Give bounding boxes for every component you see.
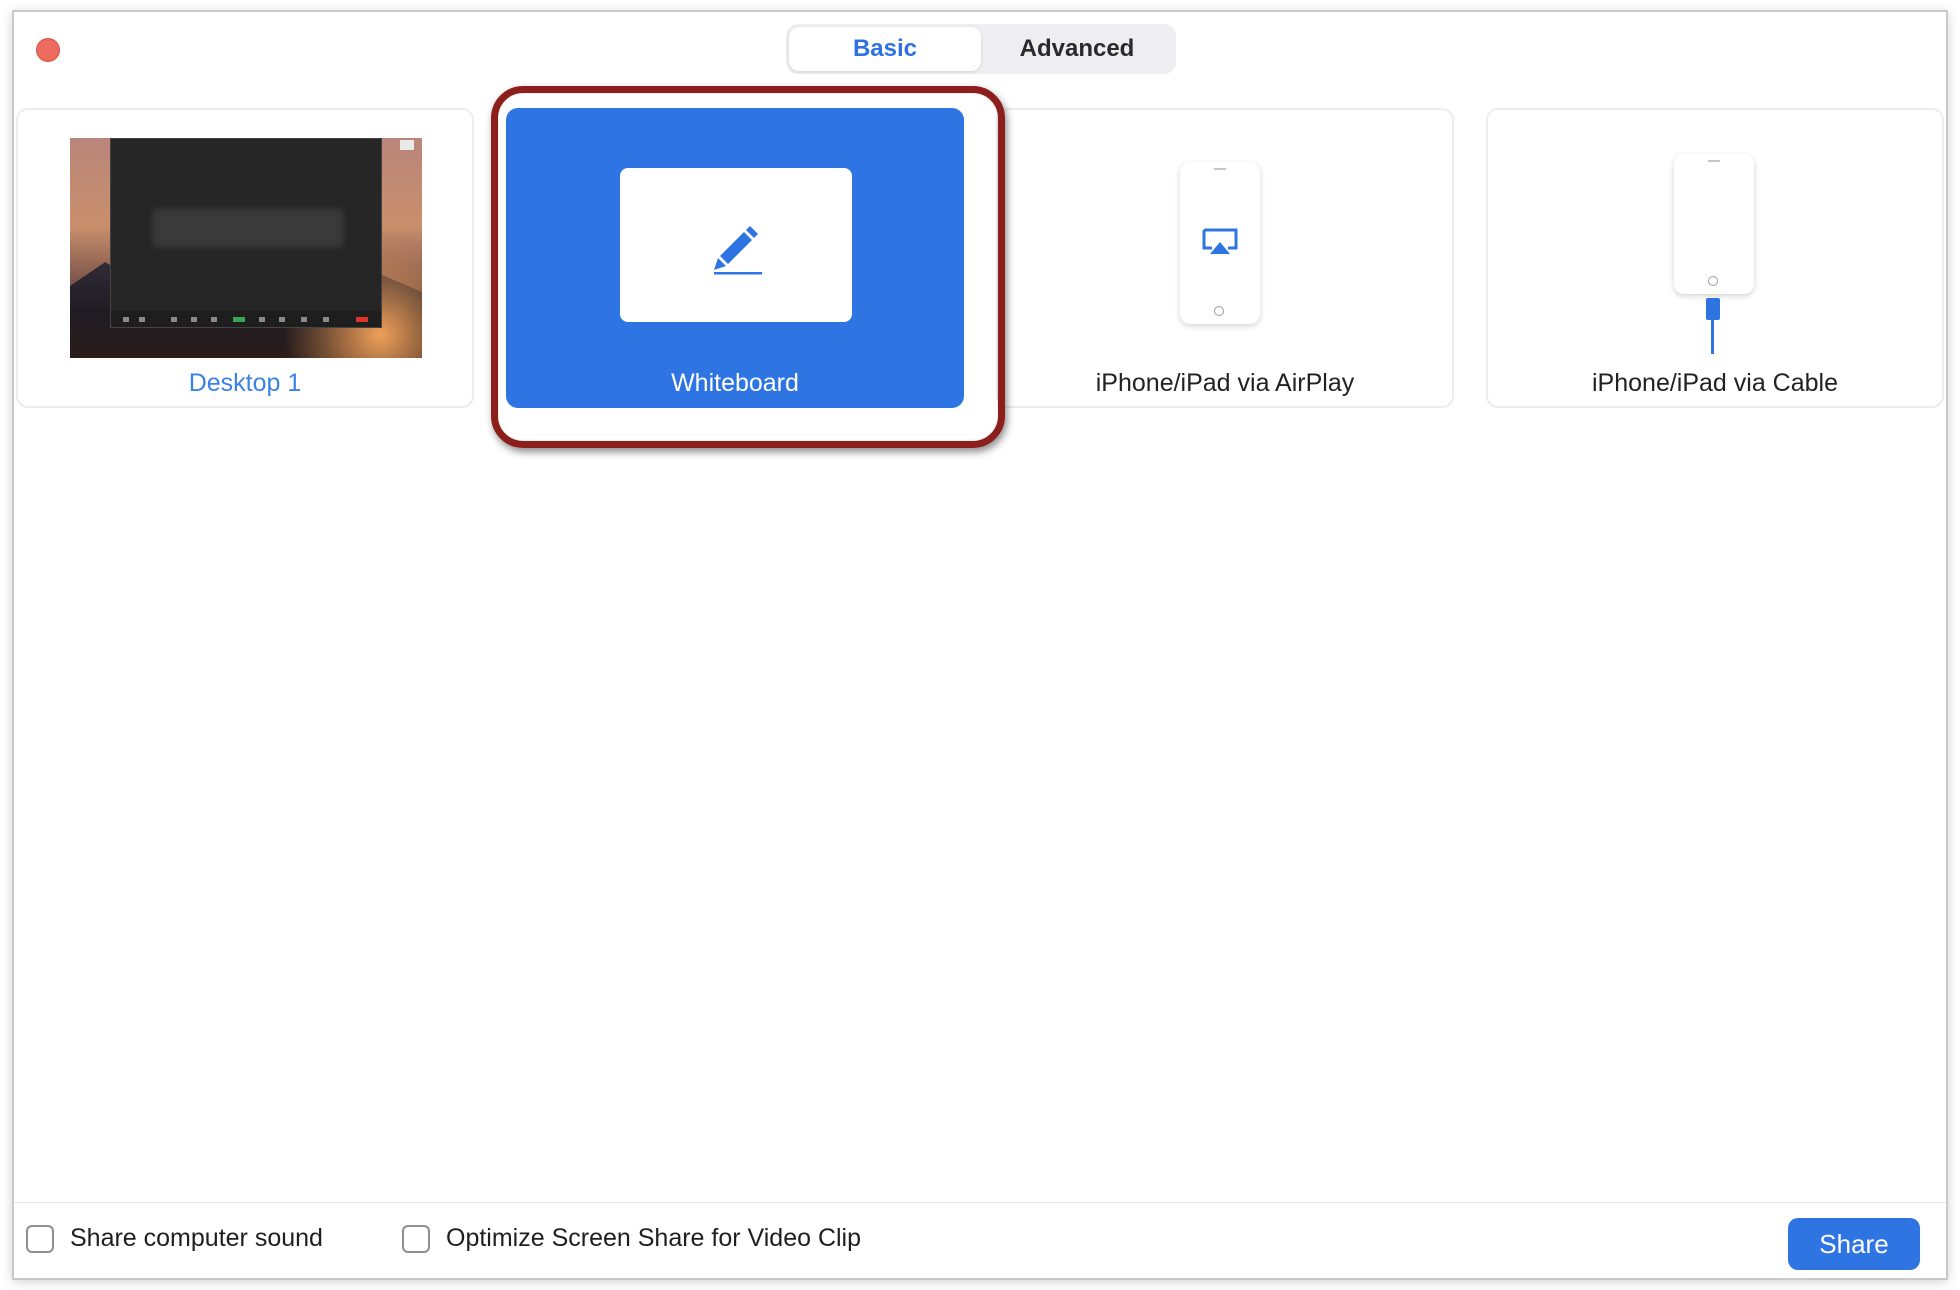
iphone-airplay-graphic — [1180, 162, 1260, 324]
mode-segmented-control: Basic Advanced — [786, 24, 1176, 74]
checkbox-box[interactable] — [402, 1224, 430, 1253]
tab-advanced[interactable]: Advanced — [981, 27, 1173, 71]
optimize-video-label: Optimize Screen Share for Video Clip — [446, 1224, 862, 1252]
whiteboard-label: Whiteboard — [671, 369, 799, 397]
cable-label: iPhone/iPad via Cable — [1592, 369, 1838, 397]
share-option-whiteboard[interactable]: Whiteboard — [506, 108, 964, 408]
whiteboard-card — [620, 168, 852, 322]
desktop-label: Desktop 1 — [188, 369, 302, 397]
share-option-airplay[interactable]: iPhone/iPad via AirPlay — [996, 108, 1454, 408]
close-window-icon[interactable] — [36, 38, 60, 62]
airplay-label: iPhone/iPad via AirPlay — [1095, 369, 1355, 397]
tab-basic[interactable]: Basic — [789, 27, 981, 71]
desktop-thumbnail — [70, 138, 422, 358]
share-screen-window: Basic Advanced Desktop 1 Whiteboard iPho… — [12, 10, 1948, 1280]
pencil-icon — [714, 226, 762, 275]
share-button[interactable]: Share — [1788, 1218, 1920, 1270]
optimize-video-checkbox[interactable]: Optimize Screen Share for Video Clip — [402, 1224, 861, 1253]
share-computer-sound-label: Share computer sound — [70, 1224, 323, 1252]
footer-divider — [14, 1202, 1946, 1203]
share-option-cable[interactable]: iPhone/iPad via Cable — [1486, 108, 1944, 408]
lightning-cable-icon — [1706, 298, 1720, 354]
checkbox-box[interactable] — [26, 1224, 54, 1253]
airplay-icon — [1202, 228, 1238, 254]
share-option-desktop[interactable]: Desktop 1 — [16, 108, 474, 408]
iphone-cable-graphic — [1674, 154, 1754, 294]
share-computer-sound-checkbox[interactable]: Share computer sound — [26, 1224, 323, 1253]
